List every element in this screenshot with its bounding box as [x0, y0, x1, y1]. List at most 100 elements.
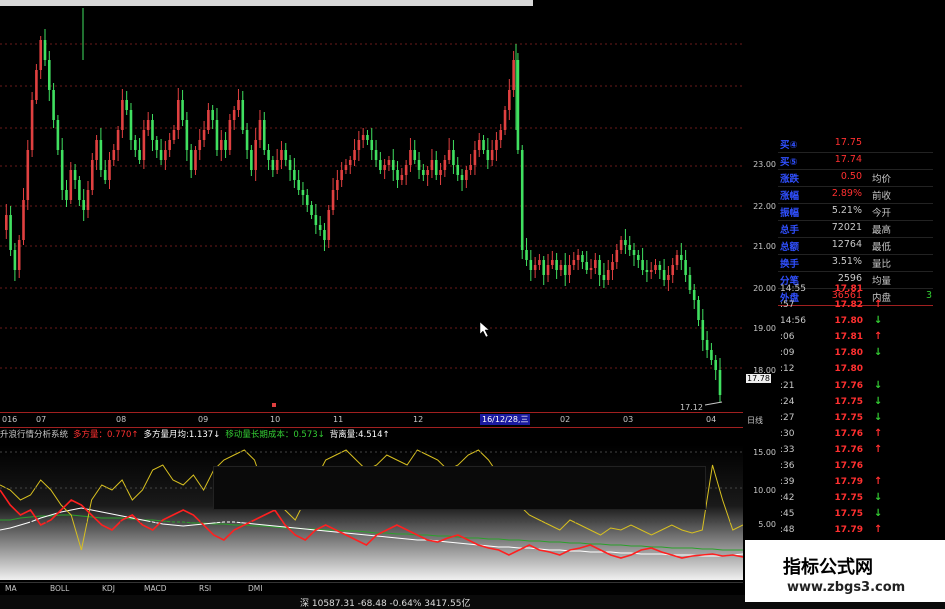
candle-body — [680, 255, 683, 260]
quote-panel: 买④ 17.75 买⑤ 17.74 涨跌 0.50 均价 涨幅 2.89% 前收 振幅 5.21% 今开… — [778, 136, 933, 306]
candle-body — [232, 110, 236, 120]
indicator-tick-label: 5.00 — [758, 520, 776, 529]
candle-body — [447, 150, 451, 160]
tick-row[interactable]: :27 17.75 ↓ — [778, 412, 933, 428]
date-tick-label: 016 — [2, 415, 18, 424]
tick-row[interactable]: :33 17.76 ↑ — [778, 444, 933, 460]
candle-body — [271, 160, 275, 170]
quote-row: 换手 3.51% 量比 — [778, 255, 933, 272]
price-axis: 23.00 22.00 21.00 20.00 19.00 18.00 17.78 15.00… — [743, 140, 778, 580]
candle-body — [17, 240, 21, 270]
candle-body — [469, 165, 472, 170]
arrow-down-icon: ↓ — [874, 492, 883, 504]
tick-row[interactable]: :36 17.76 — [778, 460, 933, 476]
candlestick-chart[interactable]: 17.12 — [0, 0, 743, 430]
date-tick-label: 04 — [706, 415, 717, 424]
tick-row[interactable]: :21 17.76 ↓ — [778, 380, 933, 396]
quote-row: 买④ 17.75 — [778, 136, 933, 153]
candle-body — [314, 215, 318, 225]
tab-dmi[interactable]: DMI — [248, 584, 262, 593]
tab-macd[interactable]: MACD — [144, 584, 166, 593]
candle-body — [533, 265, 537, 270]
candle-body — [258, 120, 262, 140]
price-tick-label: 22.00 — [753, 202, 776, 211]
candle-body — [417, 160, 421, 170]
candle-body — [684, 260, 687, 275]
period-label[interactable]: 日线 — [747, 415, 763, 426]
candle-body — [112, 150, 116, 160]
candle-body — [413, 150, 417, 160]
date-tick-label: 10 — [270, 415, 281, 424]
indicator-tick-label: 10.00 — [753, 486, 776, 495]
candle-body — [525, 250, 528, 260]
candle-body — [688, 275, 692, 290]
tick-row[interactable]: 14:56 17.80 ↓ — [778, 315, 933, 331]
candle-body — [460, 175, 464, 180]
tab-rsi[interactable]: RSI — [199, 584, 211, 593]
arrow-down-icon: ↓ — [874, 395, 883, 407]
quote-value: 2.89% — [831, 188, 862, 199]
candle-body — [516, 60, 520, 150]
tick-row[interactable]: :30 17.76 ↑ — [778, 428, 933, 444]
tick-price: 17.81 — [834, 284, 863, 294]
candle-body — [658, 265, 662, 270]
quote-row: 总手 72021 最高 — [778, 221, 933, 238]
candle-body — [430, 160, 434, 170]
candle-body — [675, 255, 679, 265]
tick-row[interactable]: :42 17.75 ↓ — [778, 492, 933, 508]
tab-boll[interactable]: BOLL — [50, 584, 69, 593]
tick-row[interactable]: :09 17.80 ↓ — [778, 347, 933, 363]
quote-label: 振幅 — [780, 208, 800, 219]
tick-price: 17.75 — [834, 509, 863, 520]
tick-row[interactable]: :24 17.75 ↓ — [778, 396, 933, 412]
candle-body — [9, 215, 12, 250]
candle-body — [56, 120, 60, 150]
quote-label: 涨幅 — [780, 191, 800, 202]
tick-row[interactable]: 14:55 17.81 — [778, 283, 933, 299]
candle-body — [172, 130, 176, 140]
candle-body — [589, 268, 593, 270]
tab-ma[interactable]: MA — [5, 584, 17, 593]
candle-body — [125, 100, 128, 110]
price-tick-label: 20.00 — [753, 284, 776, 293]
candle-body — [671, 265, 675, 275]
event-marker — [272, 403, 276, 407]
candle-body — [254, 140, 257, 170]
quote-label-secondary: 最低 — [872, 242, 892, 253]
candle-body — [245, 130, 249, 150]
quote-value: 5.21% — [831, 205, 862, 216]
tab-kdj[interactable]: KDJ — [102, 584, 115, 593]
candle-body — [624, 240, 627, 245]
candle-body — [628, 245, 632, 250]
candle-body — [710, 350, 713, 360]
quote-row: 买⑤ 17.74 — [778, 153, 933, 170]
candle-body — [559, 265, 563, 270]
date-tick-label: 07 — [36, 415, 47, 424]
tick-row[interactable]: :48 17.79 ↑ — [778, 524, 933, 540]
tick-list[interactable]: 14:55 17.81:57 17.82 ↑ 14:56 17.80 ↓:06 17.81 ↑:… — [778, 283, 933, 573]
candle-body — [598, 260, 601, 275]
candle-body — [344, 165, 348, 170]
price-tick-label: 19.00 — [753, 324, 776, 333]
candle-body — [503, 110, 507, 130]
candle-body — [611, 262, 614, 270]
tick-row[interactable]: :57 17.82 ↑ — [778, 299, 933, 315]
candle-body — [99, 140, 103, 170]
candle-body — [615, 250, 619, 262]
candle-body — [47, 60, 51, 90]
candle-body — [637, 255, 640, 260]
candle-body — [301, 190, 305, 195]
tick-row[interactable]: :45 17.75 ↓ — [778, 508, 933, 524]
low-price-label: 17.12 — [680, 403, 703, 412]
candle-body — [26, 150, 30, 200]
tick-row[interactable]: :39 17.79 ↑ — [778, 476, 933, 492]
candle-body — [439, 170, 442, 175]
tick-row[interactable]: :06 17.81 ↑ — [778, 331, 933, 347]
tick-row[interactable]: :12 17.80 — [778, 363, 933, 379]
tick-price: 17.76 — [834, 461, 863, 472]
arrow-up-icon: ↑ — [874, 299, 883, 311]
date-tick-label: 11 — [333, 415, 344, 424]
candle-body — [189, 150, 193, 170]
quote-value: 17.75 — [834, 137, 862, 148]
candle-body — [211, 110, 214, 120]
